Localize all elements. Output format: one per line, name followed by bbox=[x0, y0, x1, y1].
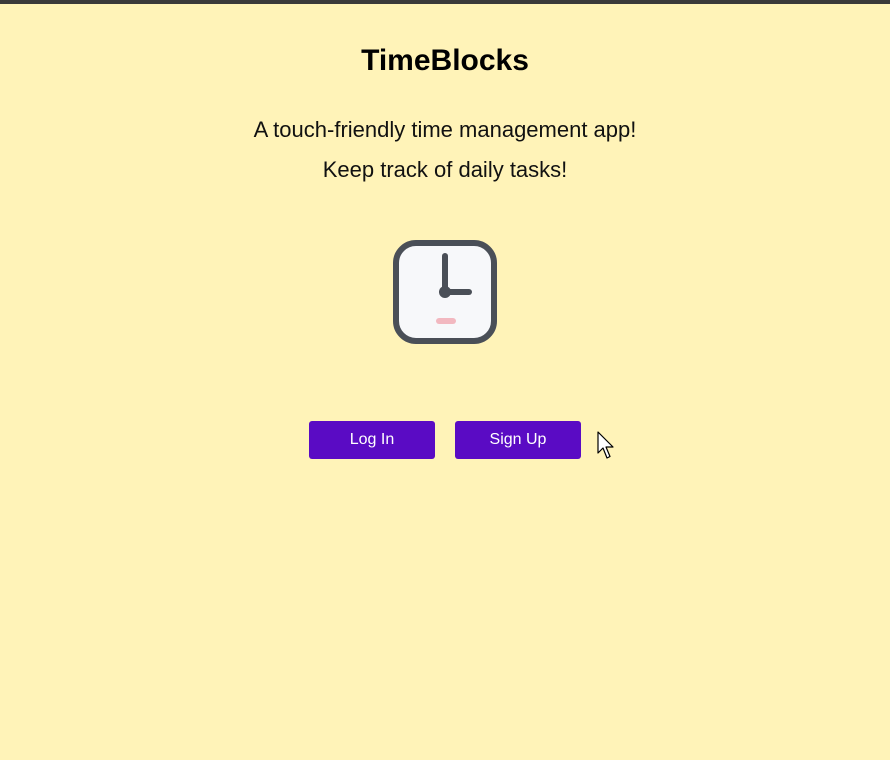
window-top-border bbox=[0, 0, 890, 4]
page-title: TimeBlocks bbox=[361, 44, 529, 77]
tagline-secondary: Keep track of daily tasks! bbox=[322, 157, 568, 182]
mouse-pointer-icon bbox=[597, 431, 617, 461]
signup-button[interactable]: Sign Up bbox=[455, 421, 581, 459]
clock-icon bbox=[391, 238, 499, 346]
tagline-primary: A touch-friendly time management app! bbox=[253, 117, 637, 142]
login-button[interactable]: Log In bbox=[309, 421, 435, 459]
